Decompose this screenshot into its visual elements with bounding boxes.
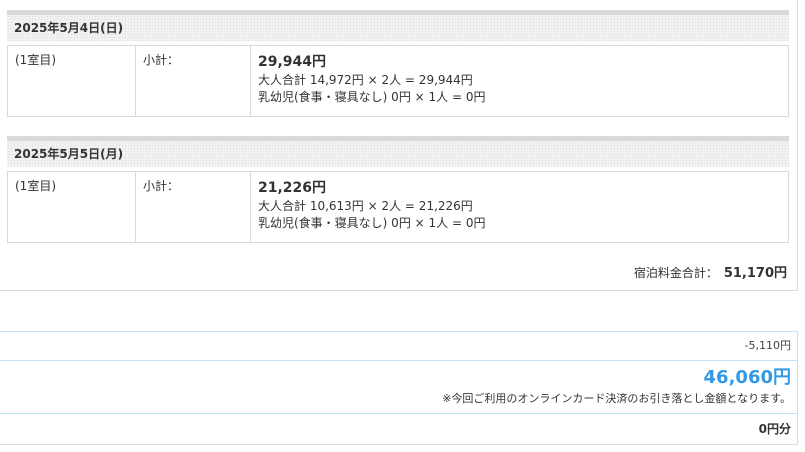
subtotal-value: 21,226円: [258, 180, 327, 196]
adult-price-line: 大人合計 14,972円 × 2人 = 29,944円: [258, 73, 473, 87]
day-section: 2025年5月4日(日) (1室目) 小計： 29,944円 大人合計 14,9…: [7, 10, 789, 117]
subtotal-label: 小計：: [135, 171, 251, 243]
day-date-header: 2025年5月5日(月): [7, 136, 789, 167]
payment-amount: 46,060円: [703, 367, 791, 388]
payment-amount-row: 46,060円 ※今回ご利用のオンラインカード決済のお引き落とし金額となります。: [0, 361, 797, 414]
subtotal-value: 29,944円: [258, 54, 327, 70]
discount-row: -5,110円: [0, 332, 797, 361]
day-date-header: 2025年5月4日(日): [7, 10, 789, 41]
table-row: (1室目) 小計： 21,226円 大人合計 10,613円 × 2人 = 21…: [7, 171, 789, 243]
room-label: (1室目): [7, 45, 136, 117]
price-details: 29,944円 大人合計 14,972円 × 2人 = 29,944円 乳幼児(…: [250, 45, 789, 117]
accommodation-total: 宿泊料金合計： 51,170円: [634, 262, 787, 281]
points-row: 0円分: [0, 414, 797, 445]
price-details: 21,226円 大人合計 10,613円 × 2人 = 21,226円 乳幼児(…: [250, 171, 789, 243]
total-label: 宿泊料金合計：: [633, 266, 718, 280]
subtotal-label: 小計：: [135, 45, 251, 117]
day-price-table: (1室目) 小計： 29,944円 大人合計 14,972円 × 2人 = 29…: [7, 45, 789, 117]
discount-value: -5,110円: [744, 339, 791, 352]
price-breakdown-panel: 2025年5月4日(日) (1室目) 小計： 29,944円 大人合計 14,9…: [0, 0, 798, 291]
payment-note: ※今回ご利用のオンラインカード決済のお引き落とし金額となります。: [442, 392, 791, 405]
infant-price-line: 乳幼児(食事・寝具なし) 0円 × 1人 = 0円: [258, 90, 486, 104]
payment-summary: -5,110円 46,060円 ※今回ご利用のオンラインカード決済のお引き落とし…: [0, 331, 798, 445]
day-section: 2025年5月5日(月) (1室目) 小計： 21,226円 大人合計 10,6…: [7, 136, 789, 243]
total-value: 51,170円: [723, 266, 787, 281]
day-price-table: (1室目) 小計： 21,226円 大人合計 10,613円 × 2人 = 21…: [7, 171, 789, 243]
points-value: 0円分: [758, 422, 791, 436]
adult-price-line: 大人合計 10,613円 × 2人 = 21,226円: [258, 199, 473, 213]
room-label: (1室目): [7, 171, 136, 243]
table-row: (1室目) 小計： 29,944円 大人合計 14,972円 × 2人 = 29…: [7, 45, 789, 117]
infant-price-line: 乳幼児(食事・寝具なし) 0円 × 1人 = 0円: [258, 216, 486, 230]
